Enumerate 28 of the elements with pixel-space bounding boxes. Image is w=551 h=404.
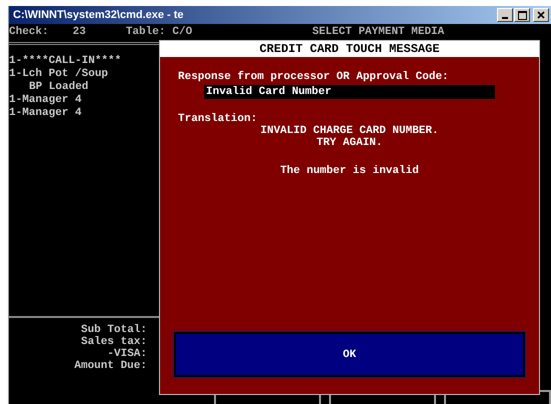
order-item: 1-Lch Pot /Soup — [9, 68, 110, 80]
close-icon — [537, 11, 545, 19]
order-item: 1-Manager 4 — [9, 107, 83, 119]
translation-label: Translation: — [178, 113, 258, 125]
total-label: Sales tax: — [80, 336, 147, 348]
message-text: The number is invalid — [280, 165, 419, 177]
table-label: Table: — [126, 26, 166, 38]
order-item: 1-Manager 4 — [9, 94, 83, 106]
ok-button[interactable]: OK — [174, 332, 525, 377]
dialog-title: CREDIT CARD TOUCH MESSAGE — [160, 41, 539, 57]
window-title: C:\WINNT\system32\cmd.exe - te — [13, 9, 184, 21]
total-label: Sub Total: — [80, 324, 147, 336]
total-label: -VISA: — [107, 348, 147, 360]
response-field: Invalid Card Number — [204, 85, 495, 99]
maximize-icon — [518, 10, 526, 20]
order-item: 1-****CALL-IN**** — [9, 55, 122, 67]
maximize-button[interactable] — [514, 8, 530, 22]
total-label: Amount Due: — [74, 360, 147, 372]
translation-text: INVALID CHARGE CARD NUMBER. — [260, 125, 439, 137]
order-item: BP Loaded — [28, 81, 90, 93]
translation-text: TRY AGAIN. — [316, 137, 382, 149]
mode-title: SELECT PAYMENT MEDIA — [312, 26, 444, 38]
check-label: Check: — [9, 26, 49, 38]
response-label: Response from processor OR Approval Code: — [178, 71, 450, 83]
close-button[interactable] — [533, 8, 549, 22]
table-value: C/O — [172, 26, 192, 38]
check-number: 23 — [72, 26, 86, 38]
minimize-button[interactable] — [497, 8, 513, 22]
